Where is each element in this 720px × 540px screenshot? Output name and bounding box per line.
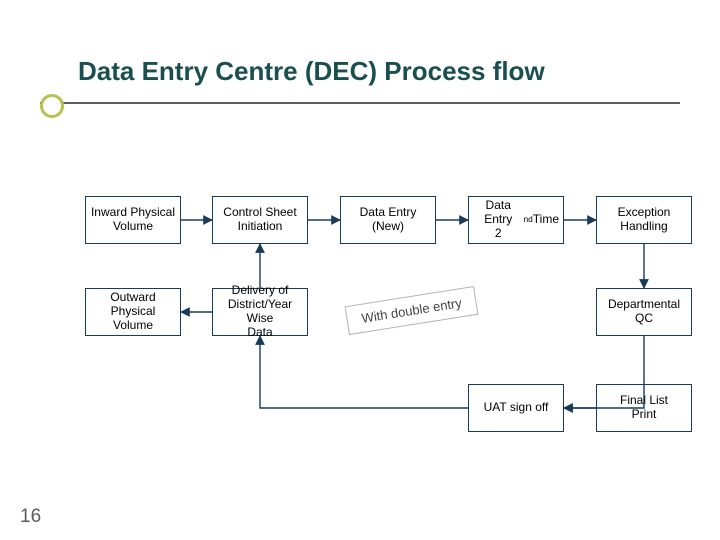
box-outward: Outward PhysicalVolume <box>85 288 181 336</box>
slide-title: Data Entry Centre (DEC) Process flow <box>78 56 545 87</box>
box-entry1: Data Entry (New) <box>340 196 436 244</box>
box-control: Control SheetInitiation <box>212 196 308 244</box>
box-inward: Inward PhysicalVolume <box>85 196 181 244</box>
box-entry2: Data Entry2nd Time <box>468 196 564 244</box>
box-uat: UAT sign off <box>468 384 564 432</box>
page-number: 16 <box>20 506 41 528</box>
slide: Data Entry Centre (DEC) Process flow Inw… <box>0 0 720 540</box>
box-deptqc: Departmental QC <box>596 288 692 336</box>
title-rule <box>40 102 680 104</box>
box-exception: ExceptionHandling <box>596 196 692 244</box>
box-delivery: Delivery ofDistrict/Year WiseData <box>212 288 308 336</box>
box-finalprint: Final ListPrint <box>596 384 692 432</box>
annotation-note: With double entry <box>345 286 479 335</box>
title-bullet-icon <box>40 94 64 118</box>
